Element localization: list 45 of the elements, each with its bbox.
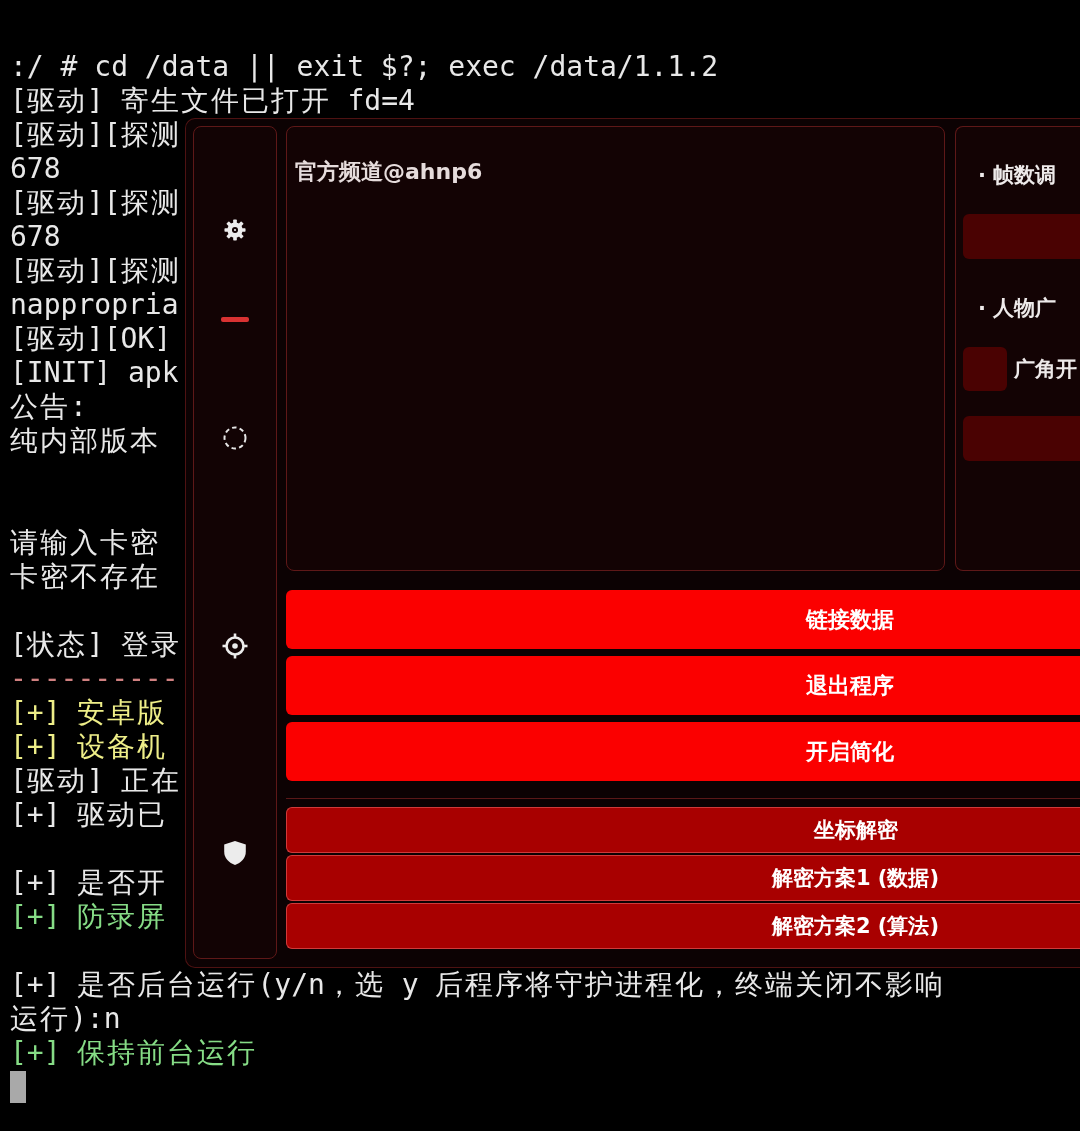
- terminal-line: 公告:: [10, 390, 87, 424]
- terminal-line: [驱动][探测: [10, 186, 181, 220]
- input-field[interactable]: [963, 214, 1080, 259]
- terminal-line: [INIT] apk: [10, 356, 179, 390]
- checkbox[interactable]: [963, 347, 1007, 391]
- input-field[interactable]: [963, 416, 1080, 461]
- terminal-line: nappropria: [10, 288, 179, 322]
- sidebar-tab[interactable]: [220, 216, 250, 324]
- notice-text: 官方频道@ahnp6: [295, 160, 483, 184]
- terminal-line: [驱动] 正在: [10, 764, 181, 798]
- action-button[interactable]: 退出程序: [286, 656, 1080, 715]
- dashed-circle-icon: [223, 425, 247, 450]
- terminal-line: [驱动] 寄生文件已打开 fd=4: [10, 84, 415, 118]
- terminal-line: [驱动][探测: [10, 118, 181, 152]
- selection-bar-icon: [221, 317, 249, 322]
- terminal-line: 纯内部版本: [10, 424, 160, 458]
- crosshair-icon: [222, 632, 248, 659]
- terminal-line: [+] 是否开: [10, 866, 168, 900]
- decrypt-button[interactable]: 解密方案1 (数据): [286, 855, 1080, 901]
- section-heading: · 人物广: [978, 295, 1057, 322]
- terminal-line: 678: [10, 220, 61, 254]
- terminal-line: :/ # cd /data || exit $?; exec /data/1.1.2: [10, 50, 718, 84]
- checkbox-label[interactable]: 广角开: [1014, 355, 1077, 383]
- terminal-line: ----------: [10, 662, 179, 696]
- terminal-line: [+] 设备机: [10, 730, 168, 764]
- decrypt-button[interactable]: 解密方案2 (算法): [286, 903, 1080, 949]
- shield-icon: [224, 841, 246, 866]
- terminal-line: [+] 驱动已: [10, 798, 168, 832]
- terminal-line: 卡密不存在: [10, 560, 160, 594]
- terminal-line: [+] 是否后台运行(y/n，选 y 后程序将守护进程化，终端关闭不影响: [10, 968, 946, 1002]
- terminal-line: [+] 保持前台运行: [10, 1036, 258, 1070]
- terminal-line: [+] 防录屏: [10, 900, 168, 934]
- terminal-line: [驱动][OK]: [10, 322, 172, 356]
- terminal-line: 678: [10, 152, 61, 186]
- action-button[interactable]: 链接数据: [286, 590, 1080, 649]
- terminal-line: 请输入卡密: [10, 526, 160, 560]
- terminal-line: [+] 安卓版: [10, 696, 168, 730]
- section-heading: · 帧数调: [978, 162, 1057, 189]
- cursor-icon: [10, 1071, 26, 1103]
- terminal-line: [状态] 登录: [10, 628, 181, 662]
- gear-icon: [224, 219, 246, 241]
- terminal-line: 运行):n: [10, 1002, 121, 1036]
- decrypt-button[interactable]: 坐标解密: [286, 807, 1080, 853]
- terminal-line: [驱动][探测: [10, 254, 181, 288]
- action-button[interactable]: 开启简化: [286, 722, 1080, 781]
